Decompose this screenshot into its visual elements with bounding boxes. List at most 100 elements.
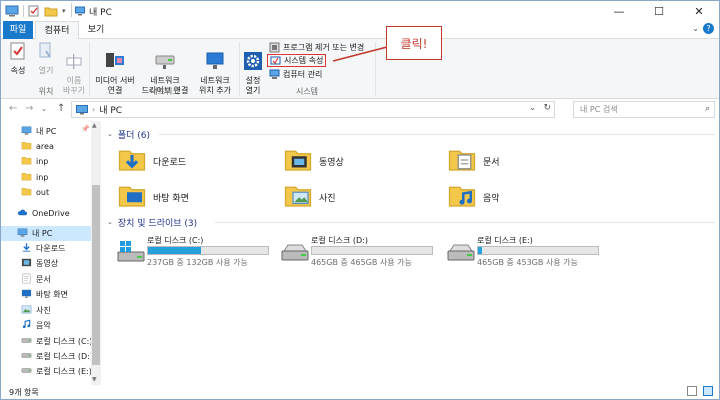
open-icon: [39, 42, 51, 58]
nav-item[interactable]: 음악: [1, 318, 91, 333]
help-icon[interactable]: ?: [703, 23, 714, 34]
nav-item[interactable]: 로컬 디스크 (E:): [1, 364, 91, 379]
tab-view[interactable]: 보기: [81, 21, 111, 39]
drive-icon: [447, 239, 475, 268]
tab-file[interactable]: 파일: [3, 21, 33, 39]
collapse-chevron-icon[interactable]: ⌄: [107, 218, 113, 226]
address-path: 내 PC: [99, 106, 123, 116]
download-folder-icon: [117, 145, 147, 178]
computer-management-icon: [269, 69, 280, 79]
nav-item-label: 문서: [36, 275, 51, 284]
nav-item[interactable]: OneDrive: [1, 206, 91, 221]
nav-item-label: inp: [36, 173, 49, 182]
folder-item[interactable]: 음악: [447, 179, 500, 215]
nav-item[interactable]: 동영상: [1, 256, 91, 271]
address-separator-icon: ›: [92, 105, 96, 114]
ribbon-tabs: 파일 컴퓨터 보기 ⌄ ?: [1, 21, 719, 40]
address-bar[interactable]: › 내 PC ⌄ ↻: [71, 101, 555, 118]
nav-item[interactable]: 다운로드: [1, 241, 91, 256]
system-properties-icon: [270, 56, 281, 65]
nav-scroll-thumb[interactable]: [92, 185, 100, 365]
system-group-label: 시스템: [295, 87, 319, 96]
nav-item-label: inp: [36, 157, 49, 166]
folder-icon: [21, 186, 32, 199]
nav-item[interactable]: 문서: [1, 272, 91, 287]
nav-item[interactable]: 로컬 디스크 (D:): [1, 349, 91, 364]
nav-item-label: OneDrive: [32, 209, 70, 218]
drive-item[interactable]: 로컬 디스크 (C:) 237GB 중 132GB 사용 가능: [117, 235, 277, 271]
nav-item[interactable]: out: [1, 185, 91, 200]
properties-button[interactable]: 속성: [5, 41, 31, 76]
nav-item[interactable]: 사진: [1, 303, 91, 318]
folder-item[interactable]: 바탕 화면: [117, 179, 189, 215]
tab-computer[interactable]: 컴퓨터: [35, 21, 79, 40]
pin-icon[interactable]: 📌: [81, 125, 90, 133]
address-dropdown-icon[interactable]: ⌄: [529, 103, 536, 112]
video-folder-icon: [283, 145, 313, 178]
nav-item-label: 동영상: [36, 259, 59, 268]
folder-item[interactable]: 사진: [283, 179, 336, 215]
new-folder-icon[interactable]: [44, 5, 58, 17]
up-icon[interactable]: ↑: [57, 103, 65, 114]
maximize-button[interactable]: ☐: [639, 1, 679, 21]
folder-item[interactable]: 문서: [447, 143, 500, 179]
folder-icon: [21, 155, 32, 168]
drive-item[interactable]: 로컬 디스크 (E:) 465GB 중 453GB 사용 가능: [447, 235, 607, 271]
nav-item[interactable]: 내 PC: [1, 226, 91, 241]
ribbon-separator: [89, 42, 90, 96]
nav-item-label: 사진: [36, 306, 51, 315]
folder-item[interactable]: 동영상: [283, 143, 344, 179]
nav-item[interactable]: inp: [1, 170, 91, 185]
minimize-button[interactable]: —: [599, 1, 639, 21]
computer-management-button[interactable]: 컴퓨터 관리: [269, 68, 322, 81]
large-icons-view-icon[interactable]: [703, 386, 713, 396]
nav-item[interactable]: 바탕 화면: [1, 287, 91, 302]
drive-usage-bar: [147, 246, 269, 255]
callout-annotation: 클릭!: [386, 26, 442, 60]
folders-section-header[interactable]: ⌄ 폴더 (6): [107, 127, 150, 141]
back-icon[interactable]: ←: [9, 103, 17, 114]
media-server-icon: [106, 53, 124, 67]
recent-chevron-icon[interactable]: ⌄: [41, 105, 47, 113]
ribbon-collapse-icon[interactable]: ⌄: [692, 24, 699, 33]
scroll-up-icon[interactable]: ▲: [92, 122, 97, 129]
drive-icon: [21, 335, 32, 348]
properties-icon[interactable]: [28, 5, 40, 17]
drive-usage-bar: [477, 246, 599, 255]
customize-toolbar-chevron-icon[interactable]: ▾: [62, 7, 66, 15]
drives-section-header[interactable]: ⌄ 장치 및 드라이브 (3): [107, 215, 197, 229]
folder-label: 다운로드: [153, 157, 187, 168]
network-location-icon: [206, 52, 224, 69]
properties-check-icon: [10, 42, 25, 60]
nav-item[interactable]: area: [1, 139, 91, 154]
open-button[interactable]: 열기: [33, 41, 59, 76]
title-bar: ▾ 내 PC — ☐ ✕: [1, 1, 719, 21]
uninstall-icon: [269, 42, 280, 53]
nav-item-label: 로컬 디스크 (C:): [36, 337, 91, 346]
nav-item-label: 음악: [36, 321, 51, 330]
network-group-label: 네트워크: [150, 87, 180, 96]
navigation-pane: 내 PC 📌 area inp inp out OneDrive 내 PC 다운로드동영상문서바…: [1, 121, 101, 385]
nav-scrollbar[interactable]: ▲ ▼: [91, 121, 101, 385]
close-button[interactable]: ✕: [679, 1, 719, 21]
cloud-icon: [17, 207, 28, 220]
status-bar: 9개 항목: [1, 385, 719, 399]
folder-item[interactable]: 다운로드: [117, 143, 186, 179]
nav-item-label: 내 PC: [36, 127, 57, 136]
scroll-down-icon[interactable]: ▼: [92, 376, 97, 383]
refresh-icon[interactable]: ↻: [543, 103, 551, 113]
drive-item[interactable]: 로컬 디스크 (D:) 465GB 중 465GB 사용 가능: [281, 235, 441, 271]
forward-icon[interactable]: →: [25, 103, 33, 114]
details-view-icon[interactable]: [687, 386, 697, 396]
nav-item[interactable]: 로컬 디스크 (C:): [1, 334, 91, 349]
search-input[interactable]: 내 PC 검색 ⌕: [573, 101, 715, 118]
nav-item[interactable]: 내 PC: [1, 124, 91, 139]
system-properties-button[interactable]: 시스템 속성: [267, 54, 327, 67]
nav-item-label: out: [36, 188, 50, 197]
nav-item[interactable]: inp: [1, 154, 91, 169]
nav-item-label: 내 PC: [32, 229, 53, 238]
search-icon: ⌕: [704, 104, 710, 114]
collapse-chevron-icon[interactable]: ⌄: [107, 130, 113, 138]
callout-pointer: [332, 46, 388, 62]
pc-icon[interactable]: [5, 5, 19, 17]
